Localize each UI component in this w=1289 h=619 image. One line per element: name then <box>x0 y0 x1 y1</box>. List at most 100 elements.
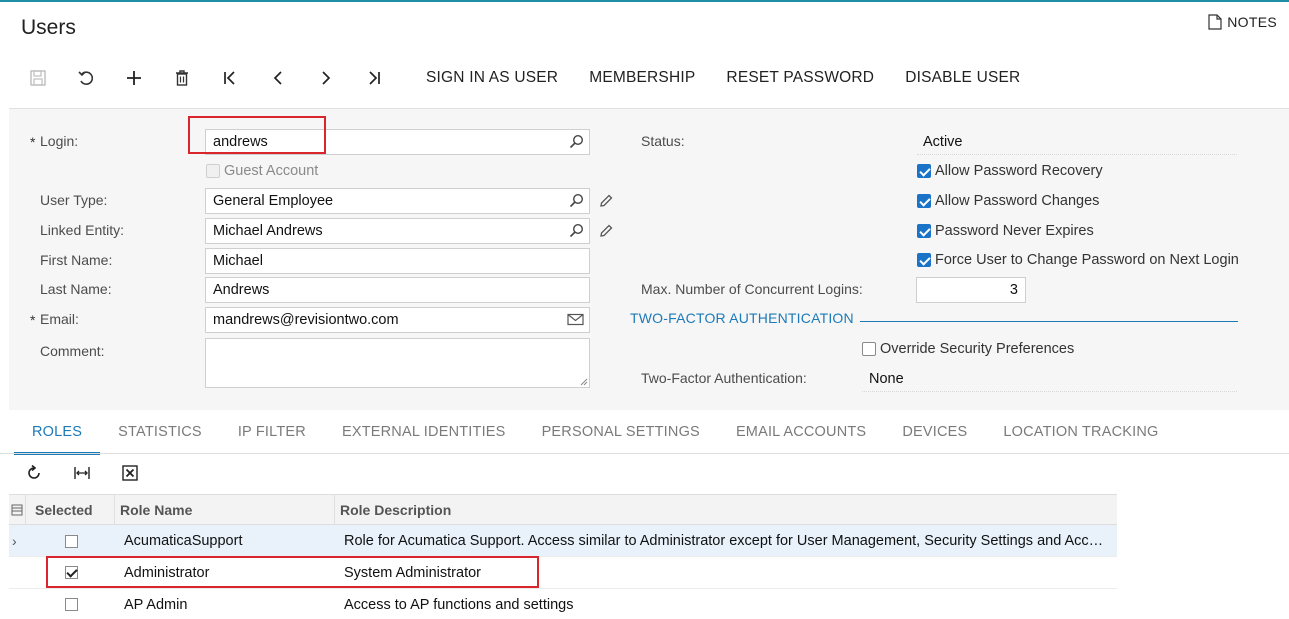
search-icon[interactable] <box>569 193 584 208</box>
override-security-checkbox[interactable] <box>862 342 876 356</box>
sign-in-as-user-button[interactable]: SIGN IN AS USER <box>426 69 558 87</box>
table-row[interactable]: Administrator System Administrator <box>9 557 1117 589</box>
fit-columns-button[interactable] <box>68 460 96 486</box>
last-record-icon <box>369 71 380 85</box>
notes-button[interactable]: NOTES <box>1208 14 1277 30</box>
table-row[interactable]: › AcumaticaSupport Role for Acumatica Su… <box>9 525 1117 557</box>
grid-settings-icon <box>11 504 23 516</box>
user-type-label: User Type: <box>40 192 108 208</box>
role-name-cell: AP Admin <box>124 597 188 613</box>
force-password-change-checkbox[interactable] <box>917 253 931 267</box>
comment-textarea[interactable] <box>205 338 590 388</box>
password-never-expires-checkbox[interactable] <box>917 224 931 238</box>
password-never-expires-label: Password Never Expires <box>935 223 1094 239</box>
two-factor-value[interactable]: None <box>869 371 904 387</box>
role-description-cell: Access to AP functions and settings <box>344 597 574 613</box>
next-record-button[interactable] <box>302 62 350 94</box>
tab-devices[interactable]: DEVICES <box>884 414 985 454</box>
max-logins-value: 3 <box>1009 282 1018 298</box>
first-name-label: First Name: <box>40 252 113 268</box>
comment-label: Comment: <box>40 343 105 359</box>
login-input[interactable]: andrews <box>205 129 590 155</box>
two-factor-underline <box>862 391 1237 392</box>
tab-personal-settings[interactable]: PERSONAL SETTINGS <box>524 414 718 454</box>
toolbar: SIGN IN AS USER MEMBERSHIP RESET PASSWOR… <box>14 62 1036 94</box>
tabs-divider <box>0 453 1289 454</box>
section-divider <box>860 321 1238 322</box>
row-selected-checkbox[interactable] <box>65 535 78 548</box>
user-type-input[interactable]: General Employee <box>205 188 590 214</box>
override-security-label: Override Security Preferences <box>880 341 1075 357</box>
column-header-role-name[interactable]: Role Name <box>115 495 335 525</box>
last-name-input[interactable]: Andrews <box>205 277 590 303</box>
reset-password-button[interactable]: RESET PASSWORD <box>726 69 874 87</box>
last-name-value: Andrews <box>213 282 270 298</box>
membership-button[interactable]: MEMBERSHIP <box>589 69 695 87</box>
add-icon <box>127 71 141 85</box>
allow-password-changes-checkbox[interactable] <box>917 194 931 208</box>
pencil-icon[interactable] <box>598 193 614 209</box>
grid-header: Selected Role Name Role Description <box>9 494 1117 525</box>
first-name-input[interactable]: Michael <box>205 248 590 274</box>
notes-label: NOTES <box>1227 14 1277 30</box>
mail-icon[interactable] <box>567 312 584 327</box>
status-value: Active <box>923 134 963 150</box>
email-input[interactable]: mandrews@revisiontwo.com <box>205 307 590 333</box>
roles-grid: Selected Role Name Role Description › Ac… <box>9 494 1117 619</box>
grid-settings-cell[interactable] <box>9 495 26 525</box>
search-icon[interactable] <box>569 223 584 238</box>
previous-record-button[interactable] <box>254 62 302 94</box>
role-name-cell: Administrator <box>124 565 210 581</box>
allow-password-recovery-checkbox[interactable] <box>917 164 931 178</box>
last-name-label: Last Name: <box>40 281 112 297</box>
save-button[interactable] <box>14 62 62 94</box>
linked-entity-input[interactable]: Michael Andrews <box>205 218 590 244</box>
tab-email-accounts[interactable]: EMAIL ACCOUNTS <box>718 414 884 454</box>
allow-password-recovery-label: Allow Password Recovery <box>935 163 1103 179</box>
tab-bar: ROLES STATISTICS IP FILTER EXTERNAL IDEN… <box>14 414 1177 455</box>
force-password-change-label: Force User to Change Password on Next Lo… <box>935 252 1239 268</box>
delete-icon <box>176 70 188 86</box>
tab-statistics[interactable]: STATISTICS <box>100 414 220 454</box>
tab-external-identities[interactable]: EXTERNAL IDENTITIES <box>324 414 524 454</box>
export-excel-button[interactable] <box>116 460 144 486</box>
refresh-button[interactable] <box>20 460 48 486</box>
search-icon[interactable] <box>569 134 584 149</box>
status-label: Status: <box>641 133 685 149</box>
email-value: mandrews@revisiontwo.com <box>213 312 399 328</box>
role-name-cell: AcumaticaSupport <box>124 533 243 549</box>
tab-location-tracking[interactable]: LOCATION TRACKING <box>985 414 1176 454</box>
undo-button[interactable] <box>62 62 110 94</box>
column-header-role-description[interactable]: Role Description <box>335 495 1117 525</box>
max-logins-input[interactable]: 3 <box>916 277 1026 303</box>
first-record-button[interactable] <box>206 62 254 94</box>
export-excel-icon <box>122 465 138 481</box>
previous-record-icon <box>273 71 282 85</box>
table-row[interactable]: AP Admin Access to AP functions and sett… <box>9 589 1117 619</box>
pencil-icon[interactable] <box>598 223 614 239</box>
tab-roles[interactable]: ROLES <box>14 414 101 455</box>
first-record-icon <box>224 71 235 85</box>
role-description-cell: System Administrator <box>344 565 481 581</box>
row-selected-checkbox[interactable] <box>65 598 78 611</box>
document-icon <box>1208 14 1222 30</box>
delete-button[interactable] <box>158 62 206 94</box>
guest-account-checkbox[interactable] <box>206 164 220 178</box>
guest-account-label: Guest Account <box>224 163 319 179</box>
last-record-button[interactable] <box>350 62 398 94</box>
role-description-cell: Role for Acumatica Support. Access simil… <box>344 533 1110 549</box>
resize-grip-icon[interactable] <box>579 377 588 386</box>
refresh-icon <box>28 464 40 479</box>
save-icon <box>30 70 46 86</box>
tab-ip-filter[interactable]: IP FILTER <box>220 414 324 454</box>
column-header-selected[interactable]: Selected <box>26 495 115 525</box>
disable-user-button[interactable]: DISABLE USER <box>905 69 1020 87</box>
status-underline <box>917 154 1237 155</box>
row-indicator-icon: › <box>12 533 17 549</box>
page-title: Users <box>21 16 76 39</box>
add-button[interactable] <box>110 62 158 94</box>
required-marker: * <box>30 312 36 328</box>
max-logins-label: Max. Number of Concurrent Logins: <box>641 281 863 297</box>
fit-columns-icon <box>74 467 90 479</box>
row-selected-checkbox[interactable] <box>65 566 78 579</box>
